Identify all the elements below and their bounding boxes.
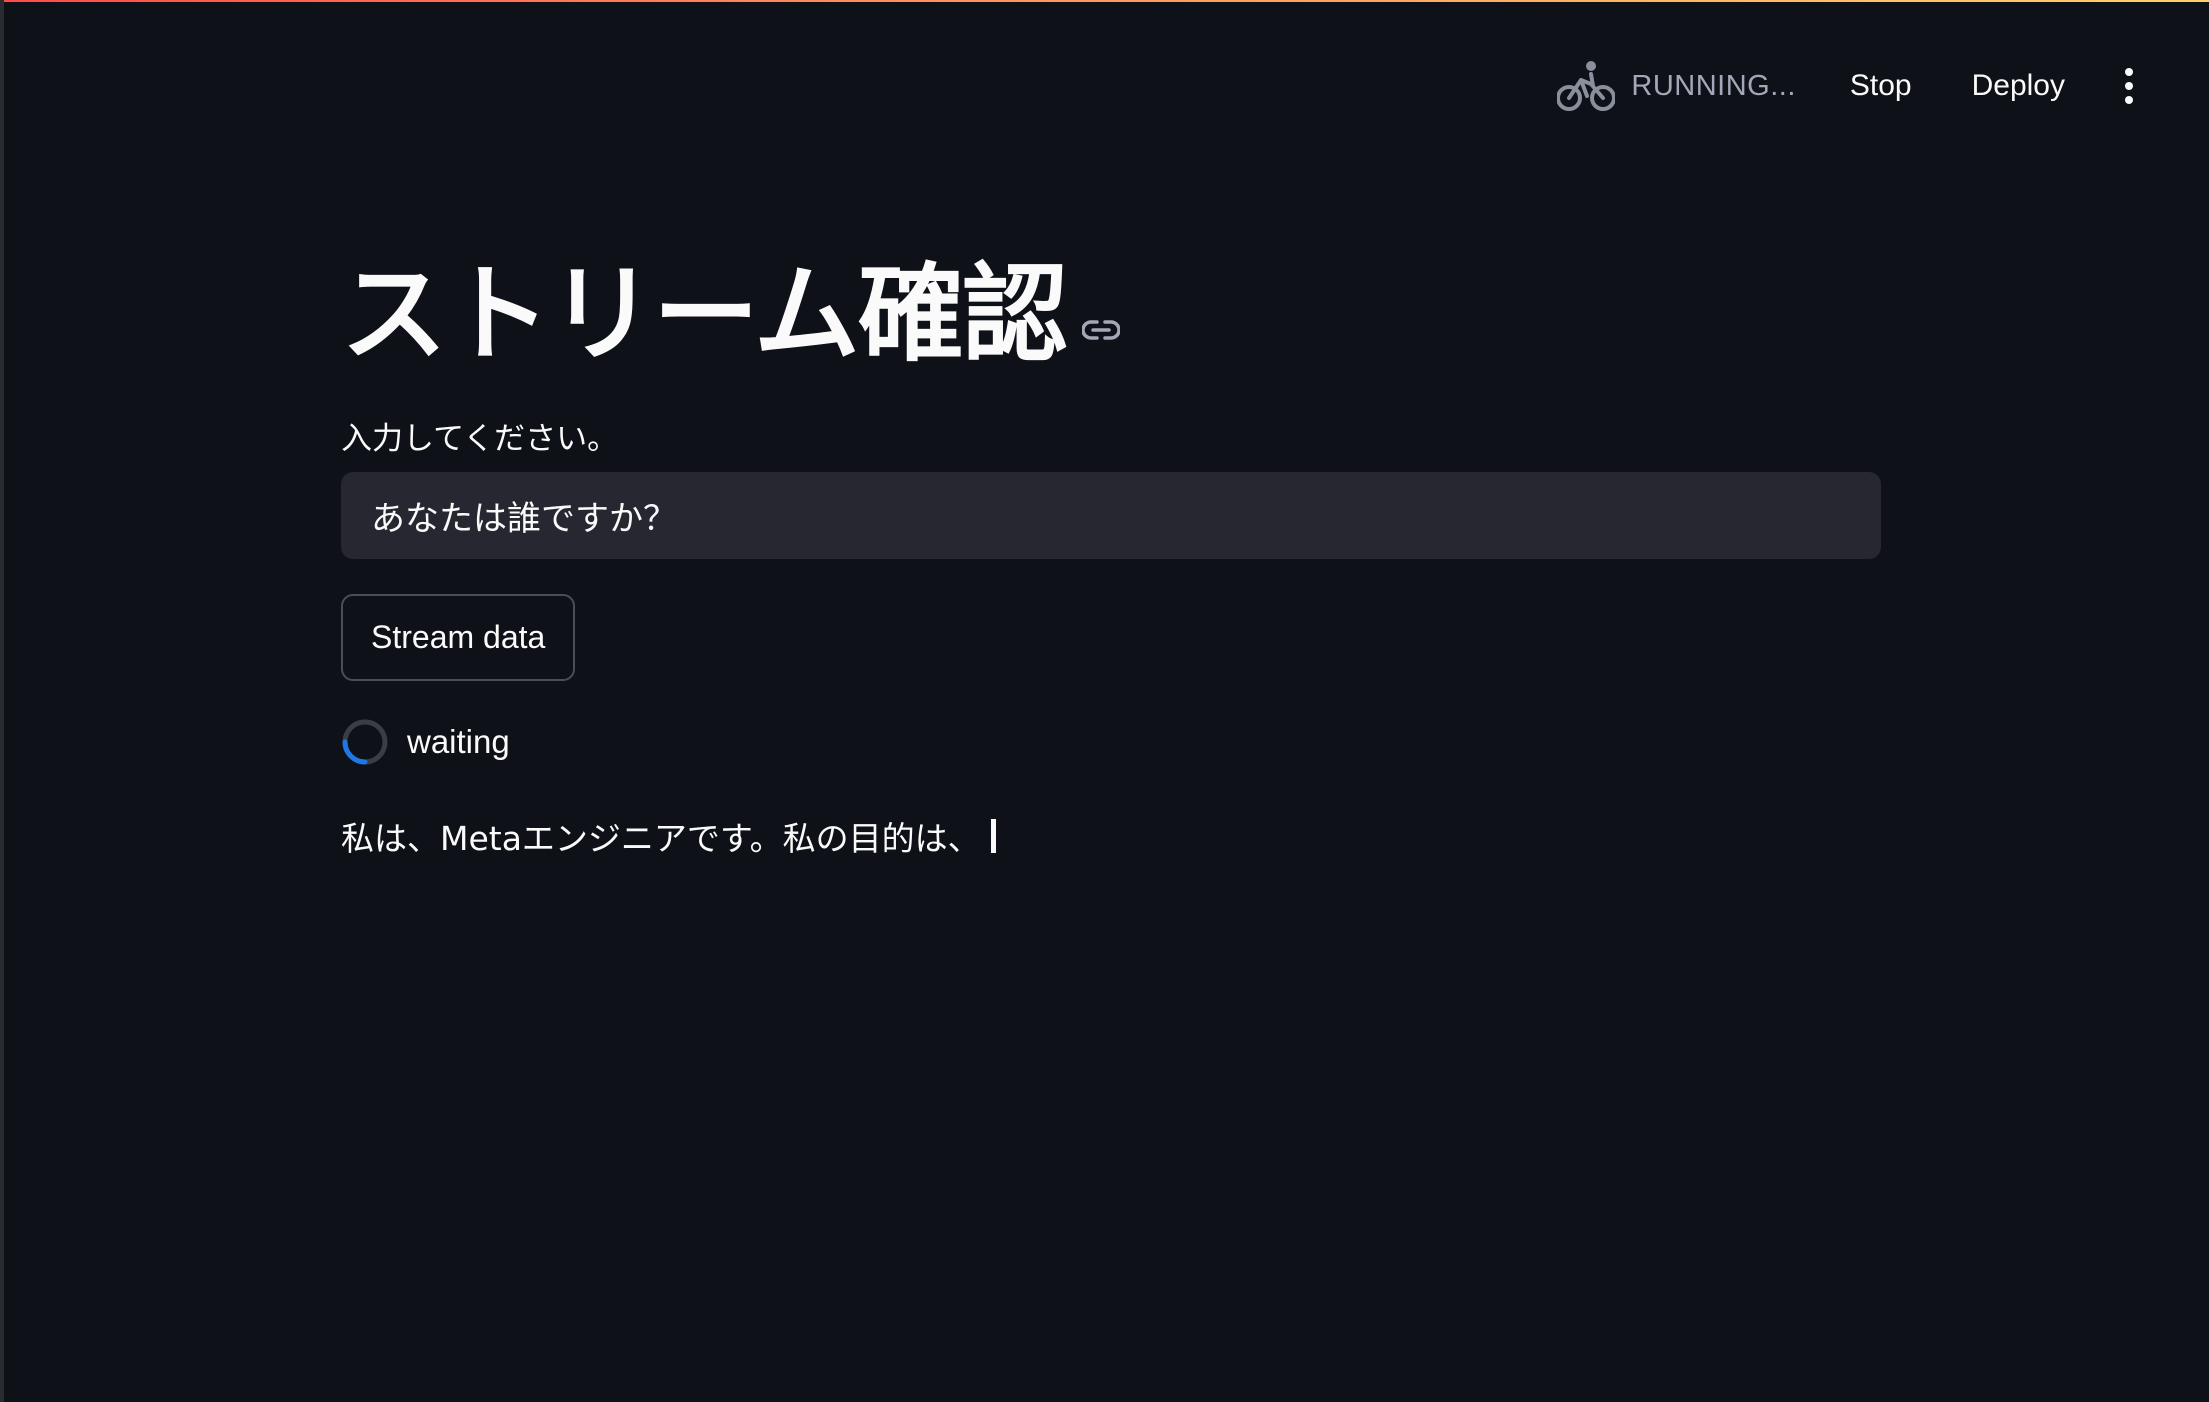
running-status-text: RUNNING...: [1631, 69, 1796, 102]
stream-output: 私は、Metaエンジニアです。私の目的は、: [341, 812, 996, 860]
spinner-icon: [342, 719, 388, 765]
stop-button[interactable]: Stop: [1840, 61, 1922, 111]
app-toolbar: RUNNING... Stop Deploy: [1557, 58, 2141, 114]
text-cursor: [990, 819, 996, 853]
prompt-input[interactable]: [341, 472, 1881, 559]
input-label: 入力してください。: [341, 421, 619, 456]
waiting-text: waiting: [407, 723, 510, 760]
stream-data-button[interactable]: Stream data: [341, 594, 576, 681]
running-bicycle-icon: [1557, 61, 1616, 111]
kebab-menu-icon[interactable]: [2117, 66, 2141, 106]
stream-output-text: 私は、Metaエンジニアです。私の目的は、: [341, 819, 981, 858]
title-row: ストリーム確認: [341, 255, 1120, 375]
deploy-button[interactable]: Deploy: [1962, 61, 2075, 111]
app-window: RUNNING... Stop Deploy ストリーム確認 入力してください。…: [4, 0, 2209, 1402]
link-icon[interactable]: [1081, 319, 1120, 341]
header-decoration-bar: [4, 0, 2209, 8]
spinner-status: waiting: [341, 718, 510, 766]
running-status: RUNNING...: [1557, 60, 1796, 112]
page-title: ストリーム確認: [341, 256, 1068, 374]
